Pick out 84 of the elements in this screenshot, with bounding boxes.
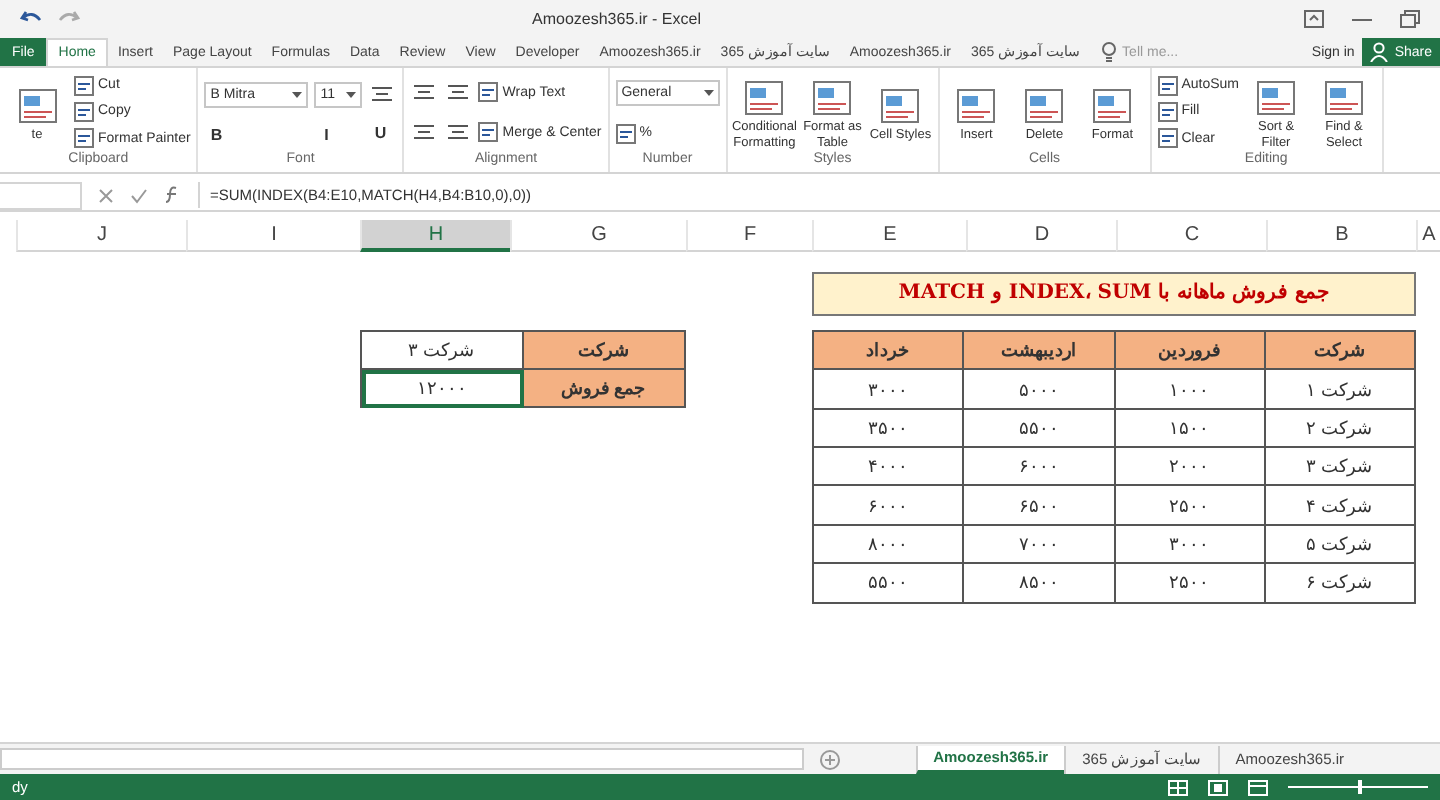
table-cell: ۵۵۰۰	[813, 563, 964, 602]
function-icon[interactable]	[164, 186, 182, 204]
table-cell: ۲۵۰۰	[1114, 485, 1265, 525]
command-icon	[1157, 75, 1178, 96]
column-header[interactable]: A	[1416, 220, 1440, 252]
command-icon	[744, 78, 785, 118]
header-cell: فروردین	[1114, 331, 1265, 370]
command-icon	[880, 85, 921, 126]
align-icon[interactable]	[368, 81, 397, 106]
command-icon	[74, 75, 94, 96]
dropdown-icon	[292, 91, 303, 97]
header-cell: اردیبهشت	[963, 331, 1114, 370]
dropdown-icon	[703, 90, 714, 97]
table-cell: ۶۰۰۰	[813, 485, 964, 525]
table-cell: ۵۰۰۰	[963, 369, 1114, 409]
page-break-icon[interactable]	[1248, 779, 1268, 795]
header-cell: خرداد	[813, 331, 964, 370]
table-cell: شرکت ۱	[1264, 369, 1415, 409]
command-icon	[17, 85, 57, 126]
header-cell: شرکت	[523, 331, 685, 369]
normal-view-icon[interactable]	[1168, 779, 1188, 795]
person-icon	[1370, 42, 1389, 62]
table-cell: شرکت ۶	[1264, 563, 1415, 602]
command-icon	[812, 78, 853, 118]
cancel-icon[interactable]	[98, 187, 114, 203]
align-icon[interactable]	[410, 80, 439, 104]
align-icon[interactable]	[444, 120, 473, 144]
command-icon	[1024, 85, 1065, 126]
command-icon	[1157, 101, 1178, 122]
page-layout-icon[interactable]	[1208, 779, 1228, 795]
table-cell[interactable]: ۱۲۰۰۰	[361, 369, 523, 407]
command-icon	[1157, 128, 1178, 149]
table-cell: ۳۵۰۰	[813, 408, 964, 448]
table-cell[interactable]: شرکت ۳	[361, 331, 523, 369]
check-icon[interactable]	[130, 187, 148, 203]
table-cell: ۵۵۰۰	[963, 408, 1114, 448]
window-title: Amoozesh365.ir - Excel	[532, 9, 701, 27]
table-cell: ۸۵۰۰	[963, 563, 1114, 602]
lightbulb-icon	[1102, 42, 1117, 62]
table-cell: ۸۰۰۰	[813, 524, 964, 564]
text-style-toggle[interactable]: B	[204, 125, 229, 143]
column-header[interactable]: J	[16, 220, 186, 252]
table-cell: ۶۰۰۰	[963, 447, 1114, 486]
command-icon	[74, 128, 94, 149]
command-icon	[478, 122, 499, 142]
text-style-toggle[interactable]: I	[314, 125, 339, 143]
column-header[interactable]: E	[812, 220, 966, 252]
command-icon	[1324, 78, 1365, 118]
column-header[interactable]: F	[686, 220, 812, 252]
align-icon[interactable]	[444, 80, 473, 104]
restore-icon[interactable]	[1400, 9, 1420, 27]
add-sheet-icon[interactable]	[820, 749, 840, 769]
header-cell: جمع فروش	[523, 369, 685, 407]
column-header[interactable]: C	[1116, 220, 1266, 252]
table-title: جمع فروش ماهانه با INDEX، SUM و MATCH	[812, 272, 1416, 316]
command-icon	[1092, 85, 1133, 126]
table-cell: ۳۰۰۰	[1114, 524, 1265, 564]
table-cell: ۲۰۰۰	[1114, 447, 1265, 486]
table-cell: ۱۰۰۰	[1114, 369, 1265, 409]
table-cell: شرکت ۵	[1264, 524, 1415, 564]
command-icon	[956, 85, 997, 126]
table-cell: ۱۵۰۰	[1114, 408, 1265, 448]
table-cell: ۶۵۰۰	[963, 485, 1114, 525]
table-cell: شرکت ۳	[1264, 447, 1415, 486]
table-cell: ۷۰۰۰	[963, 524, 1114, 564]
dropdown-icon	[346, 91, 357, 97]
column-header[interactable]: I	[186, 220, 360, 252]
column-header[interactable]: B	[1266, 220, 1416, 252]
table-cell: ۳۰۰۰	[813, 369, 964, 409]
header-cell: شرکت	[1264, 331, 1415, 370]
command-icon	[74, 101, 94, 122]
horizontal-scrollbar[interactable]	[0, 748, 804, 770]
table-cell: شرکت ۲	[1264, 408, 1415, 448]
column-header[interactable]: D	[966, 220, 1116, 252]
command-icon	[478, 82, 499, 102]
table-cell: ۲۵۰۰	[1114, 563, 1265, 602]
ribbon-display-icon[interactable]	[1304, 9, 1324, 27]
table-cell: ۴۰۰۰	[813, 447, 964, 486]
table-cell: شرکت ۴	[1264, 485, 1415, 525]
text-style-toggle[interactable]: U	[368, 124, 393, 143]
command-icon	[1256, 78, 1297, 118]
column-header[interactable]: H	[360, 220, 510, 252]
command-icon	[615, 123, 636, 144]
align-icon[interactable]	[410, 120, 439, 144]
